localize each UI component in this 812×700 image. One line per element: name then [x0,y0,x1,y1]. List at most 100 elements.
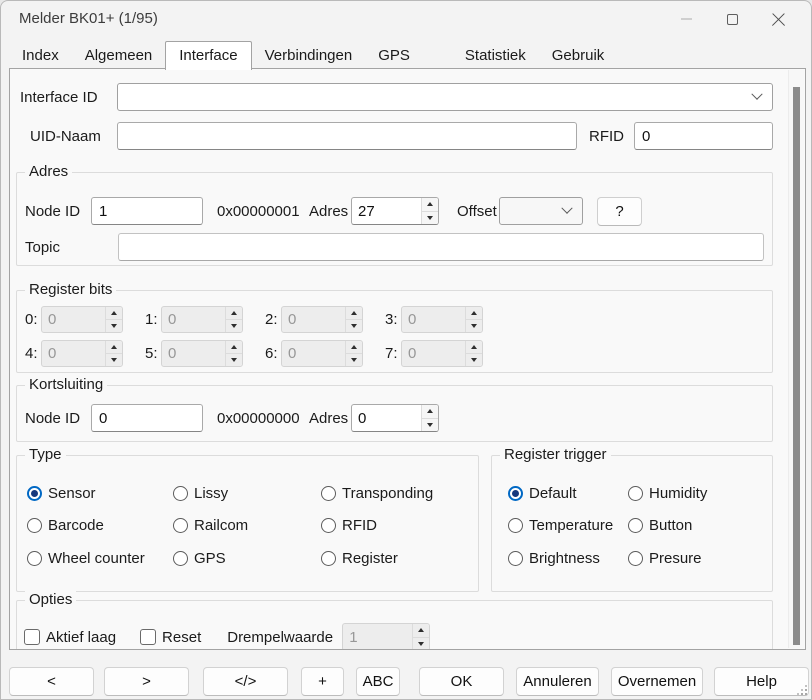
radio-option-register[interactable]: Register [321,550,398,567]
tab-bar: Index Algemeen Interface Verbindingen GP… [9,41,617,69]
spinner-down-icon [346,320,362,332]
tab-gebruik[interactable]: Gebruik [539,43,618,69]
abc-button[interactable]: ABC [356,667,400,696]
window-controls [663,1,801,37]
radio-option-sensor[interactable]: Sensor [27,485,173,502]
radio-option-rfid[interactable]: RFID [321,517,377,534]
interface-tab-panel: Interface ID UID-Naam RFID Adres Node ID… [9,68,806,650]
tab-index[interactable]: Index [9,43,72,69]
ok-button[interactable]: OK [419,667,504,696]
checkbox-label: Aktief laag [46,629,116,646]
radio-button-icon [321,486,336,501]
offset-combobox[interactable] [499,197,583,225]
rfid-input[interactable] [634,122,773,150]
register-trigger-legend: Register trigger [500,446,611,463]
register-bit-6-spinner [281,340,363,367]
adres-spinner-value[interactable] [352,198,421,224]
radio-label: Sensor [48,485,96,502]
tab-algemeen[interactable]: Algemeen [72,43,166,69]
spinner-down-icon[interactable] [422,419,438,432]
drempelwaarde-spinner [342,623,430,650]
topic-input[interactable] [118,233,764,261]
adres-label: Adres [309,203,351,220]
kortsluiting-adres-spinner[interactable] [351,404,439,432]
radio-button-icon [628,518,643,533]
register-bit-label: 6: [265,345,281,362]
spinner-arrows [225,307,242,332]
kortsluiting-group: Kortsluiting Node ID 0x00000000 Adres [16,385,773,442]
close-button[interactable] [755,1,801,37]
spinner-up-icon [226,341,242,354]
drempelwaarde-value [343,624,412,650]
uid-naam-input[interactable] [117,122,577,150]
chevron-down-icon [751,89,762,100]
spinner-up-icon [226,307,242,320]
radio-button-icon [508,486,523,501]
topic-label: Topic [25,239,118,256]
node-id-input[interactable] [91,197,203,225]
maximize-button[interactable] [709,1,755,37]
tab-gps[interactable]: GPS [365,43,452,69]
radio-option-barcode[interactable]: Barcode [27,517,173,534]
radio-option-default[interactable]: Default [508,485,628,502]
spinner-arrows [465,341,482,366]
spinner-down-icon [413,638,429,651]
spinner-down-icon[interactable] [422,212,438,225]
spinner-up-icon [413,624,429,638]
register-bit-4-value [42,341,105,366]
radio-option-brightness[interactable]: Brightness [508,550,628,567]
spinner-up-icon[interactable] [422,405,438,419]
drempelwaarde-label: Drempelwaarde [227,629,334,646]
adres-spinner[interactable] [351,197,439,225]
tab-statistiek[interactable]: Statistiek [452,43,539,69]
adres-group-legend: Adres [25,163,72,180]
scrollbar-thumb[interactable] [793,87,800,645]
radio-label: Button [649,517,692,534]
spinner-up-icon[interactable] [422,198,438,212]
register-bit-0-spinner [41,306,123,333]
spinner-up-icon [466,341,482,354]
cancel-button[interactable]: Annuleren [516,667,599,696]
radio-option-railcom[interactable]: Railcom [173,517,321,534]
radio-option-presure[interactable]: Presure [628,550,702,567]
radio-button-icon [321,518,336,533]
radio-option-humidity[interactable]: Humidity [628,485,707,502]
kortsluiting-legend: Kortsluiting [25,376,107,393]
help-button[interactable]: Help [714,667,809,696]
radio-button-icon [173,551,188,566]
register-bit-6-value [282,341,345,366]
dialog-window: Melder BK01+ (1/95) Index Algemeen Inter… [0,0,812,700]
spinner-down-icon [106,354,122,366]
help-question-button[interactable]: ? [597,197,642,226]
register-bit-3-spinner [401,306,483,333]
kortsluiting-node-id-input[interactable] [91,404,203,432]
checkbox-label: Reset [162,629,201,646]
radio-button-icon [628,551,643,566]
spinner-arrows [465,307,482,332]
footer-bar: < > </> + ABC OK Annuleren Overnemen Hel… [1,651,811,699]
kortsluiting-adres-value[interactable] [352,405,421,431]
resize-grip-icon[interactable] [805,693,807,695]
radio-option-button[interactable]: Button [628,517,692,534]
adres-group: Adres Node ID 0x00000001 Adres Offset [16,172,773,266]
next-record-button[interactable]: > [104,667,189,696]
radio-option-transponding[interactable]: Transponding [321,485,433,502]
radio-option-wheel-counter[interactable]: Wheel counter [27,550,173,567]
radio-option-gps[interactable]: GPS [173,550,321,567]
prev-record-button[interactable]: < [9,667,94,696]
radio-button-icon [321,551,336,566]
interface-id-combobox[interactable] [117,83,773,111]
radio-option-lissy[interactable]: Lissy [173,485,321,502]
titlebar: Melder BK01+ (1/95) [1,1,811,37]
checkbox-aktief-laag[interactable]: Aktief laag [24,629,116,646]
apply-button[interactable]: Overnemen [611,667,703,696]
checkbox-icon [24,629,40,645]
add-button[interactable]: + [301,667,344,696]
vertical-scrollbar[interactable] [788,70,804,648]
spinner-arrows [421,198,438,224]
checkbox-reset[interactable]: Reset [140,629,201,646]
tab-verbindingen[interactable]: Verbindingen [252,43,366,69]
radio-option-temperature[interactable]: Temperature [508,517,628,534]
tab-interface[interactable]: Interface [165,41,251,70]
code-button[interactable]: </> [203,667,288,696]
